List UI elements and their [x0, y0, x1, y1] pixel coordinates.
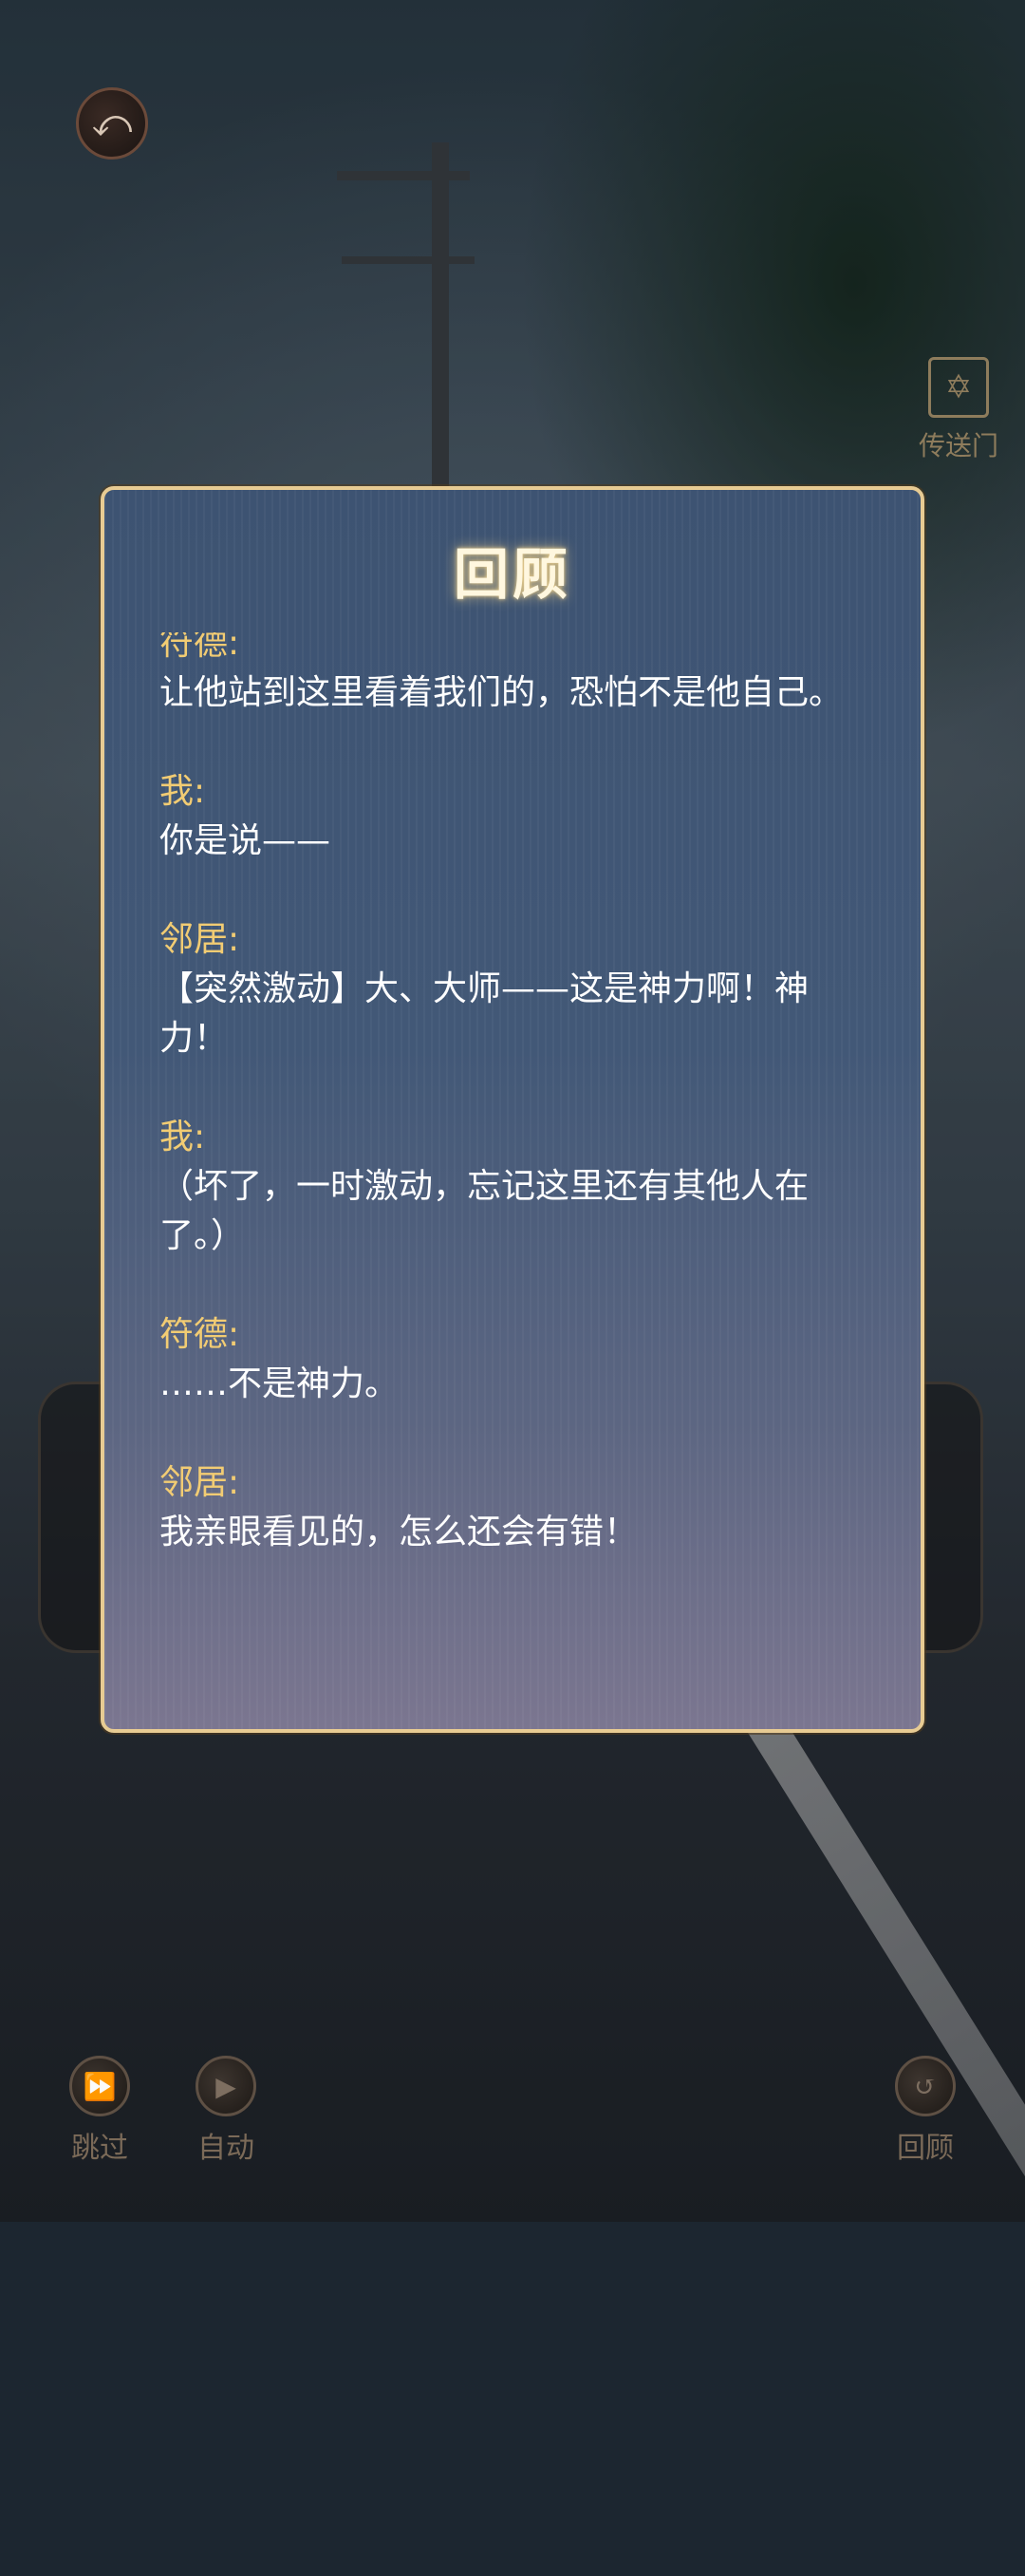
log-entry: 邻居: 我亲眼看见的，怎么还会有错！	[159, 1458, 862, 1557]
skip-label: 跳过	[71, 2132, 128, 2165]
speaker-name: 符德:	[159, 632, 240, 663]
speaker-name: 我:	[159, 772, 206, 811]
speaker-name: 邻居:	[159, 1463, 240, 1502]
hexagram-icon: ✡	[928, 357, 989, 418]
review-button[interactable]: ↺ 回顾	[873, 2056, 978, 2166]
dialogue-text: 让他站到这里看着我们的，恐怕不是他自己。	[159, 673, 844, 712]
speaker-name: 邻居:	[159, 920, 240, 959]
back-arrow-icon: ⤺	[91, 102, 133, 145]
dialogue-text: 我亲眼看见的，怎么还会有错！	[159, 1513, 639, 1551]
dialogue-text: ……不是神力。	[159, 1364, 400, 1403]
auto-button[interactable]: ▶ 自动	[174, 2056, 278, 2166]
review-title: 回顾	[453, 542, 571, 607]
log-entry: 我: 你是说——	[159, 767, 862, 866]
log-entry: 邻居: 【突然激动】大、大师——这是神力啊！神力！	[159, 915, 862, 1063]
review-log[interactable]: 符德: 让他站到这里看着我们的，恐怕不是他自己。 我: 你是说—— 邻居: 【突…	[159, 632, 862, 1686]
auto-label: 自动	[197, 2132, 254, 2165]
log-entry: 符德: 让他站到这里看着我们的，恐怕不是他自己。	[159, 632, 862, 718]
back-button[interactable]: ⤺	[76, 87, 148, 160]
log-entry: 我: （坏了，一时激动，忘记这里还有其他人在了。）	[159, 1113, 862, 1261]
portal-button[interactable]: ✡ 传送门	[906, 357, 1011, 461]
history-icon: ↺	[895, 2056, 956, 2116]
speaker-name: 我:	[159, 1118, 206, 1156]
dialogue-text: （坏了，一时激动，忘记这里还有其他人在了。）	[159, 1167, 810, 1255]
dialogue-text: 你是说——	[159, 821, 331, 860]
dialogue-text: 【突然激动】大、大师——这是神力啊！神力！	[159, 969, 810, 1058]
review-label: 回顾	[897, 2132, 954, 2165]
speaker-name: 符德:	[159, 1315, 240, 1354]
portal-label: 传送门	[918, 430, 998, 461]
review-panel: 回顾 符德: 让他站到这里看着我们的，恐怕不是他自己。 我: 你是说—— 邻居:…	[101, 486, 924, 1733]
fast-forward-icon: ⏩	[69, 2056, 130, 2116]
log-entry: 符德: ……不是神力。	[159, 1310, 862, 1409]
play-icon: ▶	[196, 2056, 256, 2116]
skip-button[interactable]: ⏩ 跳过	[47, 2056, 152, 2166]
